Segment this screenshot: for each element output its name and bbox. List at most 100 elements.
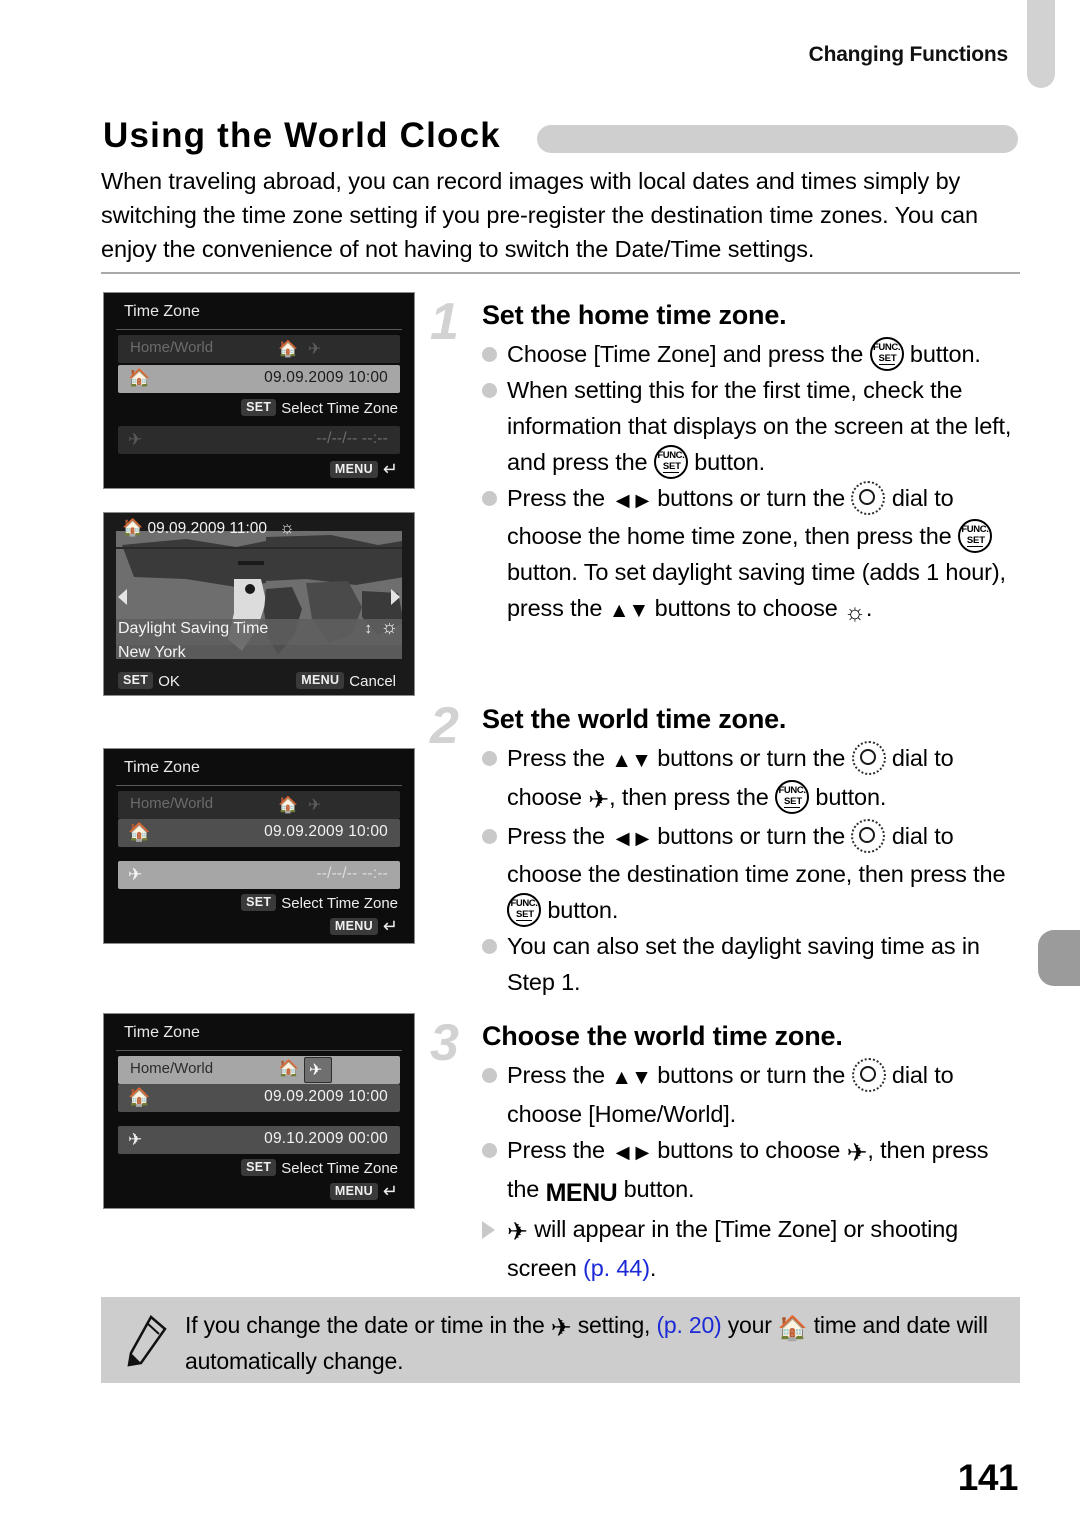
triangle-bullet-icon — [482, 1221, 495, 1239]
lcd-row-home-world: Home/World 🏠 ✈ — [118, 1056, 400, 1084]
page-title-row: Using the World Clock — [103, 114, 1018, 160]
lcd-row-home-world: Home/World 🏠 ✈ — [118, 335, 400, 363]
step-bullet-list: Press the ▲▼ buttons or turn the dial to… — [425, 1057, 1025, 1286]
intro-divider — [101, 272, 1020, 274]
step-bullet: Press the ▲▼ buttons or turn the dial to… — [425, 740, 1025, 818]
menu-badge: MENU — [329, 918, 378, 935]
step-heading: Set the world time zone. — [482, 704, 787, 734]
round-bullet-icon — [482, 347, 497, 362]
map-city-label: New York — [118, 644, 186, 661]
lcd-screenshot-time-zone-world: Time Zone Home/World 🏠 ✈ 🏠 09.09.2009 10… — [103, 748, 415, 944]
lcd-row-value: 09.10.2009 00:00 — [264, 1130, 388, 1147]
body-text: your — [721, 1312, 778, 1338]
step-bullet: Press the ◄► buttons or turn the dial to… — [425, 480, 1025, 631]
body-text: buttons to choose — [648, 595, 845, 621]
step-heading: Set the home time zone. — [482, 300, 787, 330]
map-foot-cancel: MENU Cancel — [296, 672, 396, 690]
body-text: You can also set the daylight saving tim… — [507, 933, 980, 995]
round-bullet-icon — [482, 1143, 497, 1158]
func-set-icon: FUNC. SET — [957, 519, 992, 553]
plane-icon: ✈ — [550, 1314, 572, 1342]
round-bullet-icon — [482, 829, 497, 844]
body-text: buttons or turn the — [650, 823, 852, 849]
left-right-buttons-icon: ◄► — [611, 487, 653, 513]
return-arrow-icon: ↵ — [382, 1181, 398, 1201]
note-box: If you change the date or time in the ✈ … — [101, 1297, 1020, 1383]
map-right-arrow-icon[interactable] — [391, 589, 400, 605]
step-bullet: Press the ◄► buttons to choose ✈, then p… — [425, 1132, 1025, 1211]
map-left-arrow-icon[interactable] — [118, 589, 127, 605]
lcd-row-home-world: Home/World 🏠 ✈ — [118, 791, 400, 819]
map-foot-ok-label: OK — [158, 673, 180, 690]
plane-icon: ✈ — [308, 797, 322, 814]
body-text: button. — [809, 784, 887, 810]
map-top-info: 🏠 09.09.2009 11:00 ☼ — [122, 518, 295, 538]
step-3: 3 Choose the world time zone. Press the ▲▼… — [425, 1017, 1025, 1286]
lcd-title-divider — [116, 1050, 402, 1051]
map-top-divider — [116, 547, 402, 549]
lcd-hint-label: Select Time Zone — [281, 1160, 398, 1177]
control-dial-icon — [851, 1058, 886, 1092]
section-tab-side — [1038, 930, 1080, 986]
set-badge: SET — [241, 894, 277, 911]
plane-icon: ✈ — [309, 1062, 323, 1079]
body-text: buttons or turn the — [650, 1062, 852, 1088]
home-icon: 🏠 — [128, 822, 151, 842]
body-text: . — [649, 1255, 657, 1281]
lcd-hint-menu: MENU ↵ — [329, 1181, 398, 1202]
home-icon: 🏠 — [122, 518, 144, 537]
control-dial-icon — [851, 481, 886, 515]
func-set-icon: FUNC. SET — [869, 337, 904, 371]
body-text: Press the — [507, 745, 612, 771]
lcd-hint-label: Select Time Zone — [281, 895, 398, 912]
body-text: will appear in the [Time Zone] or shooti… — [507, 1216, 959, 1281]
lcd-title-divider — [116, 785, 402, 786]
body-text: Press the — [507, 823, 612, 849]
func-set-icon: FUNC. SET — [507, 893, 541, 927]
body-text: buttons or turn the — [650, 485, 852, 511]
set-badge: SET — [241, 1159, 277, 1176]
lcd-hint-menu: MENU ↵ — [329, 459, 398, 480]
map-graphic — [116, 531, 402, 659]
sun-icon: ☼ — [279, 518, 295, 537]
step-bullet: Press the ▲▼ buttons or turn the dial to… — [425, 1057, 1025, 1132]
body-text: , then press the — [609, 784, 776, 810]
lcd-hint-set: SET Select Time Zone — [241, 894, 398, 912]
lcd-row-world: ✈ 09.10.2009 00:00 — [118, 1126, 400, 1154]
lcd-hint-menu: MENU ↵ — [329, 916, 398, 937]
map-foot-ok: SET OK — [118, 672, 180, 690]
plane-icon: ✈ — [507, 1218, 528, 1246]
step-1: 1 Set the home time zone. Choose [Time Zon… — [425, 296, 1025, 631]
note-text: If you change the date or time in the ✈ … — [185, 1309, 1006, 1378]
body-text: Choose [Time Zone] and press the — [507, 341, 870, 367]
body-text: Press the — [507, 1137, 612, 1163]
page-reference-link[interactable]: (p. 20) — [656, 1312, 721, 1338]
home-icon: 🏠 — [128, 1087, 151, 1107]
control-dial-icon — [851, 819, 886, 853]
return-arrow-icon: ↵ — [382, 459, 398, 479]
up-down-icon: ↕ — [364, 620, 373, 637]
pencil-icon — [127, 1315, 167, 1367]
home-icon: 🏠 — [128, 368, 151, 388]
lcd-hint-set: SET Select Time Zone — [241, 399, 398, 417]
step-2: 2 Set the world time zone. Press the ▲▼ bu… — [425, 700, 1025, 1000]
home-icon: 🏠 — [278, 797, 298, 814]
body-text: buttons or turn the — [650, 745, 852, 771]
round-bullet-icon — [482, 939, 497, 954]
map-dst-label: Daylight Saving Time — [118, 620, 269, 637]
body-text: If you change the date or time in the — [185, 1312, 551, 1338]
plane-icon-highlight: ✈ — [304, 1057, 332, 1083]
home-icon: 🏠 — [777, 1315, 808, 1342]
menu-badge: MENU — [329, 1183, 378, 1200]
left-right-buttons-icon: ◄► — [611, 1139, 653, 1165]
step-bullet: ✈ will appear in the [Time Zone] or shoo… — [425, 1211, 1025, 1286]
control-dial-icon — [851, 741, 886, 775]
set-badge: SET — [241, 399, 277, 416]
lcd-row-world: ✈ --/--/-- --:-- — [118, 861, 400, 889]
page-reference-link[interactable]: (p. 44) — [583, 1255, 650, 1281]
running-header: Changing Functions — [808, 43, 1009, 66]
lcd-title-divider — [116, 329, 402, 330]
home-icon: 🏠 — [278, 341, 298, 358]
step-bullet-list: Choose [Time Zone] and press the FUNC. SE… — [425, 336, 1025, 631]
menu-badge: MENU — [329, 461, 378, 478]
